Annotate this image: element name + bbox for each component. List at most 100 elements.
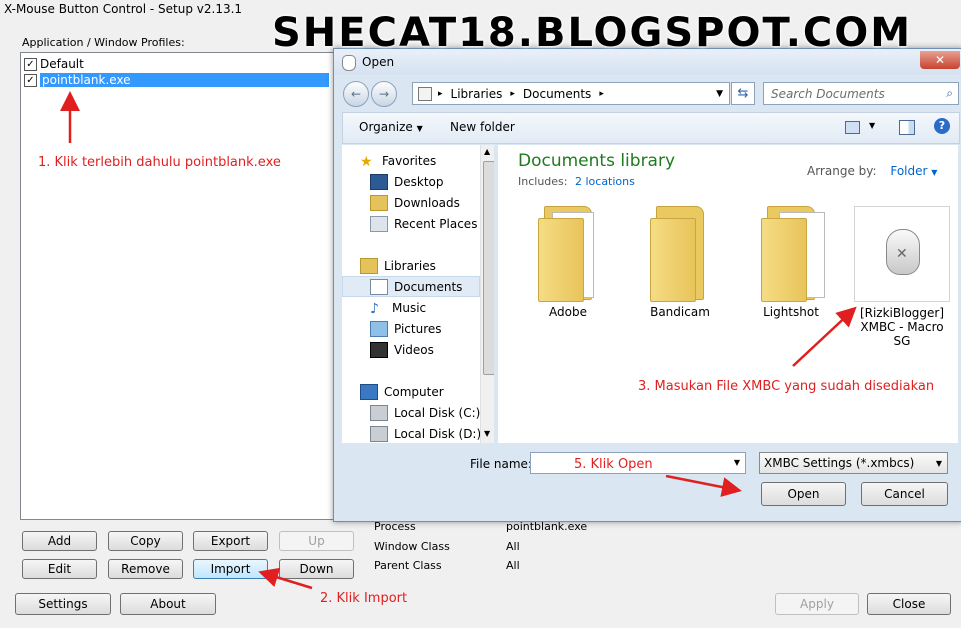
settings-button[interactable]: Settings <box>15 593 111 615</box>
profiles-list[interactable]: ✓ Default ✓ pointblank.exe <box>20 52 342 520</box>
down-button[interactable]: Down <box>279 559 354 579</box>
profile-item-pointblank[interactable]: ✓ pointblank.exe <box>24 72 329 88</box>
scroll-up-icon[interactable]: ▲ <box>484 147 490 156</box>
forward-button[interactable]: → <box>371 81 397 107</box>
drive-icon <box>370 425 388 442</box>
documents-icon <box>370 278 388 295</box>
up-button[interactable]: Up <box>279 531 354 551</box>
nav-downloads-label: Downloads <box>394 195 460 210</box>
file-item-adobe[interactable]: Adobe <box>513 206 623 319</box>
organize-button[interactable]: Organize ▼ <box>359 120 423 134</box>
chevron-down-icon: ▼ <box>931 168 938 177</box>
nav-downloads[interactable]: Downloads <box>370 192 460 213</box>
remove-button[interactable]: Remove <box>108 559 183 579</box>
nav-recent-places[interactable]: Recent Places <box>370 213 477 234</box>
edit-button[interactable]: Edit <box>22 559 97 579</box>
profiles-label: Application / Window Profiles: <box>22 36 185 49</box>
apply-button[interactable]: Apply <box>775 593 859 615</box>
downloads-icon <box>370 194 388 211</box>
refresh-button[interactable]: ⇆ <box>731 82 755 105</box>
nav-local-disk-c-label: Local Disk (C:) <box>394 405 481 420</box>
includes-row: Includes: 2 locations <box>518 175 635 188</box>
profile-item-default[interactable]: ✓ Default <box>24 56 84 72</box>
arrange-dropdown[interactable]: Folder ▼ <box>890 164 937 178</box>
breadcrumb-libraries[interactable]: Libraries <box>451 87 503 101</box>
copy-button[interactable]: Copy <box>108 531 183 551</box>
arrange-value: Folder <box>890 164 928 178</box>
file-name-xmbc: [RizkiBlogger] XMBC - Macro SG <box>859 306 945 348</box>
drive-icon <box>370 404 388 421</box>
file-name-label: File name: <box>470 457 532 471</box>
new-folder-button[interactable]: New folder <box>450 120 515 134</box>
close-icon: ✕ <box>896 246 908 262</box>
search-placeholder: Search Documents <box>771 86 885 101</box>
nav-pictures-label: Pictures <box>394 321 442 336</box>
nav-computer[interactable]: Computer <box>360 381 444 402</box>
breadcrumb[interactable]: ▸ Libraries ▸ Documents ▸ ▼ <box>412 82 730 105</box>
chevron-down-icon[interactable]: ▼ <box>869 121 875 130</box>
import-button[interactable]: Import <box>193 559 268 579</box>
annotation-step5: 5. Klik Open <box>574 457 653 472</box>
folder-icon <box>650 206 710 302</box>
file-type-value: XMBC Settings (*.xmbcs) <box>764 456 915 470</box>
arrange-row: Arrange by: Folder ▼ <box>807 164 937 178</box>
detail-label-window-class: Window Class <box>374 540 450 553</box>
file-type-select[interactable]: XMBC Settings (*.xmbcs) ▼ <box>759 452 948 474</box>
annotation-step1: 1. Klik terlebih dahulu pointblank.exe <box>38 155 281 170</box>
search-icon: ⌕ <box>946 86 953 100</box>
chevron-down-icon[interactable]: ▼ <box>734 458 740 467</box>
nav-libraries[interactable]: Libraries <box>360 255 436 276</box>
preview-pane-icon[interactable] <box>899 120 915 135</box>
chevron-down-icon: ▼ <box>935 458 942 468</box>
libraries-icon <box>360 257 378 274</box>
nav-documents[interactable]: Documents <box>370 276 462 297</box>
profile-label-default: Default <box>40 57 84 71</box>
nav-desktop[interactable]: Desktop <box>370 171 444 192</box>
open-button[interactable]: Open <box>761 482 846 506</box>
xmbc-file-thumb: ✕ <box>854 206 950 302</box>
nav-favorites[interactable]: ★ Favorites <box>360 150 436 171</box>
nav-local-disk-c[interactable]: Local Disk (C:) <box>370 402 480 423</box>
nav-libraries-label: Libraries <box>384 258 436 273</box>
nav-local-disk-d[interactable]: Local Disk (D:) <box>370 423 481 443</box>
nav-music[interactable]: ♪ Music <box>370 297 426 318</box>
search-input[interactable]: Search Documents ⌕ <box>763 82 959 105</box>
dialog-close-icon[interactable]: ✕ <box>920 51 960 69</box>
help-icon[interactable]: ? <box>934 118 950 134</box>
file-item-xmbc[interactable]: ✕ [RizkiBlogger] XMBC - Macro SG <box>854 206 950 348</box>
includes-link[interactable]: 2 locations <box>575 175 635 188</box>
dialog-title: Open <box>362 55 395 69</box>
about-button[interactable]: About <box>120 593 216 615</box>
scroll-thumb[interactable] <box>483 161 494 375</box>
checkbox-pointblank[interactable]: ✓ <box>24 73 37 87</box>
view-icon[interactable] <box>845 121 860 134</box>
nav-music-label: Music <box>392 300 427 315</box>
xmbc-title: X-Mouse Button Control - Setup v2.13.1 <box>4 2 243 16</box>
close-button[interactable]: Close <box>867 593 951 615</box>
nav-pictures[interactable]: Pictures <box>370 318 442 339</box>
scroll-down-icon[interactable]: ▼ <box>484 429 490 438</box>
videos-icon <box>370 341 388 358</box>
folder-icon <box>538 206 598 302</box>
file-name-adobe: Adobe <box>549 305 587 319</box>
organize-label: Organize <box>359 120 413 134</box>
nav-videos[interactable]: Videos <box>370 339 434 360</box>
mouse-icon: ✕ <box>886 229 920 275</box>
checkbox-default[interactable]: ✓ <box>24 57 37 71</box>
desktop-icon <box>370 173 388 190</box>
breadcrumb-documents[interactable]: Documents <box>523 87 591 101</box>
annotation-step2: 2. Klik Import <box>320 591 408 606</box>
nav-scrollbar[interactable]: ▲ ▼ <box>480 145 494 443</box>
cancel-button[interactable]: Cancel <box>861 482 948 506</box>
chevron-down-icon[interactable]: ▼ <box>716 89 723 99</box>
export-button[interactable]: Export <box>193 531 268 551</box>
detail-value-parent-class: All <box>506 559 520 572</box>
nav-computer-label: Computer <box>384 384 444 399</box>
profile-label-pointblank: pointblank.exe <box>40 73 329 87</box>
music-icon: ♪ <box>370 300 379 317</box>
add-button[interactable]: Add <box>22 531 97 551</box>
file-item-lightshot[interactable]: Lightshot <box>736 206 846 319</box>
back-button[interactable]: ← <box>343 81 369 107</box>
file-item-bandicam[interactable]: Bandicam <box>625 206 735 319</box>
breadcrumb-sep-icon: ▸ <box>510 88 515 99</box>
